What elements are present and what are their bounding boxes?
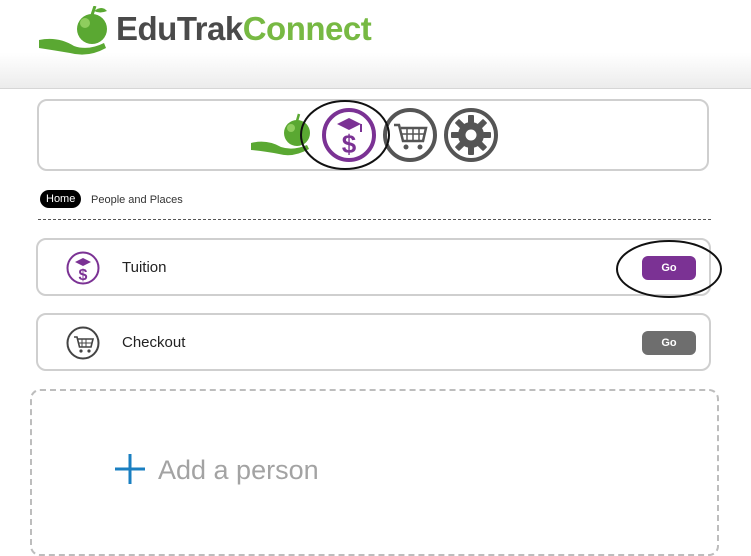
checkout-go-button[interactable]: Go (642, 331, 696, 355)
highlight-circle-annotation (616, 240, 722, 298)
breadcrumb-home[interactable]: Home (40, 190, 82, 208)
svg-text:$: $ (79, 267, 88, 284)
add-person-label: Add a person (158, 455, 319, 485)
plus-icon (115, 454, 145, 484)
breadcrumb: Home People and Places (38, 189, 711, 220)
tuition-dollar-icon: $ (66, 251, 100, 285)
brand-name: EduTrakConnect (116, 10, 372, 48)
tuition-label: Tuition (122, 259, 167, 276)
edutrak-logo-icon (39, 6, 107, 55)
brand-part-edu: Edu (116, 10, 177, 47)
shopping-cart-icon (66, 326, 100, 360)
app-header: EduTrakConnect (0, 0, 751, 89)
add-person-card[interactable]: Add a person (30, 389, 719, 556)
list-item-tuition: $ Tuition Go (36, 238, 722, 298)
list-item-checkout: Checkout Go (36, 313, 711, 371)
brand-part-connect: Connect (242, 10, 372, 47)
highlight-circle-annotation (300, 100, 390, 170)
brand-part-trak: Trak (176, 10, 243, 47)
breadcrumb-current: People and Places (91, 194, 183, 206)
checkout-label: Checkout (122, 334, 186, 351)
module-icon-panel: $ (37, 99, 709, 171)
gear-icon[interactable] (443, 107, 499, 163)
